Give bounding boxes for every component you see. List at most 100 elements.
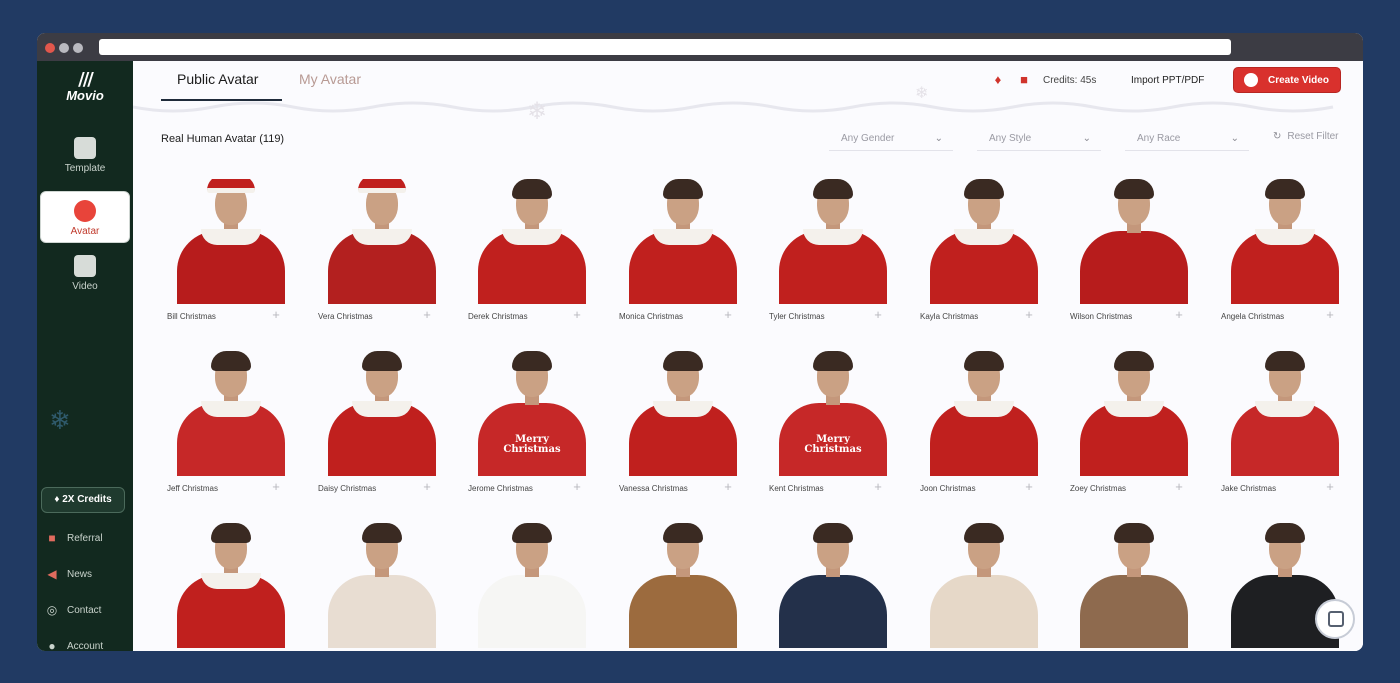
chat-icon — [1328, 611, 1344, 627]
refresh-icon: ↻ — [1273, 131, 1282, 142]
sidebar-item-avatar[interactable]: Avatar — [40, 191, 130, 243]
play-icon — [74, 255, 96, 277]
avatar-card[interactable] — [914, 513, 1064, 651]
avatar-card[interactable] — [312, 513, 462, 651]
sidebar-link-news[interactable]: ◀ News — [45, 565, 131, 585]
avatar-card[interactable]: Vanessa Christmas + — [613, 341, 763, 511]
avatar-card[interactable]: Wilson Christmas + — [1064, 169, 1214, 339]
main-content: Public Avatar My Avatar ❄ ❄ ♦ ■ Credits:… — [133, 61, 1363, 651]
support-chat-button[interactable] — [1315, 599, 1355, 639]
avatar-portrait — [472, 523, 592, 648]
avatar-portrait — [924, 351, 1044, 476]
logo-icon: /// — [78, 69, 94, 90]
add-avatar-icon[interactable]: + — [420, 480, 434, 494]
add-avatar-icon[interactable]: + — [269, 480, 283, 494]
add-avatar-icon[interactable]: + — [721, 308, 735, 322]
avatar-name: Monica Christmas — [619, 312, 684, 321]
avatar-portrait — [472, 179, 592, 304]
close-window-icon[interactable] — [45, 43, 55, 53]
race-filter-select[interactable]: Any Race ⌄ — [1125, 129, 1249, 151]
address-bar[interactable] — [99, 39, 1231, 55]
avatar-card[interactable]: Bill Christmas + — [161, 169, 311, 339]
avatar-portrait — [1074, 523, 1194, 648]
sidebar-link-label: Account — [67, 641, 104, 651]
add-avatar-icon[interactable]: + — [1323, 308, 1337, 322]
shirt-print: Merry Christmas — [503, 434, 561, 455]
avatar-portrait — [171, 179, 291, 304]
add-avatar-icon[interactable]: + — [1022, 308, 1036, 322]
race-filter-value: Any Race — [1137, 133, 1181, 144]
add-avatar-icon[interactable]: + — [871, 308, 885, 322]
avatar-card[interactable]: Vera Christmas + — [312, 169, 462, 339]
tab-public-avatar[interactable]: Public Avatar — [177, 71, 258, 87]
credits-remaining: Credits: 45s — [1043, 75, 1097, 86]
avatar-card[interactable] — [763, 513, 913, 651]
gift-icon: ■ — [48, 531, 56, 546]
add-avatar-icon[interactable]: + — [871, 480, 885, 494]
avatar-card[interactable]: Jeff Christmas + — [161, 341, 311, 511]
avatar-portrait — [322, 351, 442, 476]
avatar-card[interactable]: Tyler Christmas + — [763, 169, 913, 339]
maximize-window-icon[interactable] — [73, 43, 83, 53]
import-ppt-pdf-button[interactable]: Import PPT/PDF — [1131, 75, 1204, 86]
avatar-name: Jake Christmas — [1221, 484, 1277, 493]
add-avatar-icon[interactable]: + — [420, 308, 434, 322]
add-avatar-icon[interactable]: + — [1323, 480, 1337, 494]
avatar-card[interactable]: Merry Christmas Jerome Christmas + — [462, 341, 612, 511]
shirt-print: Merry Christmas — [804, 434, 862, 455]
create-video-button[interactable]: Create Video — [1233, 67, 1341, 93]
avatar-card[interactable]: Angela Christmas + — [1215, 169, 1363, 339]
add-avatar-icon[interactable]: + — [570, 308, 584, 322]
avatar-card[interactable]: Jake Christmas + — [1215, 341, 1363, 511]
add-avatar-icon[interactable]: + — [1172, 480, 1186, 494]
sidebar-item-video[interactable]: Video — [37, 255, 133, 292]
avatar-card[interactable] — [161, 513, 311, 651]
avatar-card[interactable] — [613, 513, 763, 651]
avatar-portrait — [171, 351, 291, 476]
sidebar-link-referral[interactable]: ■ Referral — [45, 529, 131, 549]
avatar-card[interactable] — [1064, 513, 1214, 651]
style-filter-select[interactable]: Any Style ⌄ — [977, 129, 1101, 151]
sidebar-link-account[interactable]: ● Account — [45, 637, 131, 651]
section-title: Real Human Avatar (119) — [161, 133, 285, 145]
create-video-label: Create Video — [1268, 75, 1329, 86]
gender-filter-select[interactable]: Any Gender ⌄ — [829, 129, 953, 151]
sidebar-link-label: Referral — [67, 533, 103, 544]
chevron-down-icon: ⌄ — [1230, 133, 1239, 144]
avatar-portrait — [924, 523, 1044, 648]
avatar-card[interactable] — [462, 513, 612, 651]
avatar-name: Wilson Christmas — [1070, 312, 1133, 321]
avatar-portrait — [322, 179, 442, 304]
credits-badge-button[interactable]: ♦ 2X Credits — [41, 487, 125, 513]
avatar-card[interactable]: Monica Christmas + — [613, 169, 763, 339]
sidebar-item-label: Template — [64, 163, 106, 174]
avatar-name: Kayla Christmas — [920, 312, 979, 321]
avatar-card[interactable]: Joon Christmas + — [914, 341, 1064, 511]
add-avatar-icon[interactable]: + — [1022, 480, 1036, 494]
avatar-name: Tyler Christmas — [769, 312, 825, 321]
add-avatar-icon[interactable]: + — [570, 480, 584, 494]
decorative-snow-wave — [133, 101, 1334, 113]
avatar-card[interactable]: Derek Christmas + — [462, 169, 612, 339]
add-avatar-icon[interactable]: + — [1172, 308, 1186, 322]
avatar-card[interactable]: Zoey Christmas + — [1064, 341, 1214, 511]
sidebar-link-contact[interactable]: ◎ Contact — [45, 601, 131, 621]
avatar-portrait — [1225, 351, 1345, 476]
sidebar: /// Movio Template Avatar Video ❄ ♦ 2X C… — [37, 61, 133, 651]
avatar-name: Jeff Christmas — [167, 484, 218, 493]
tab-my-avatar[interactable]: My Avatar — [299, 71, 361, 87]
movio-logo[interactable]: /// Movio — [59, 71, 111, 111]
browser-chrome — [37, 33, 1363, 61]
avatar-card[interactable]: Kayla Christmas + — [914, 169, 1064, 339]
avatar-card[interactable]: Daisy Christmas + — [312, 341, 462, 511]
megaphone-icon: ◀ — [47, 567, 57, 582]
add-avatar-icon[interactable]: + — [721, 480, 735, 494]
brand-name: Movio — [66, 88, 104, 103]
avatar-portrait — [1074, 351, 1194, 476]
minimize-window-icon[interactable] — [59, 43, 69, 53]
gift-icon[interactable]: ■ — [1017, 73, 1031, 87]
reset-filter-button[interactable]: ↻ Reset Filter — [1273, 131, 1339, 142]
sidebar-item-template[interactable]: Template — [37, 137, 133, 174]
avatar-card[interactable]: Merry Christmas Kent Christmas + — [763, 341, 913, 511]
add-avatar-icon[interactable]: + — [269, 308, 283, 322]
